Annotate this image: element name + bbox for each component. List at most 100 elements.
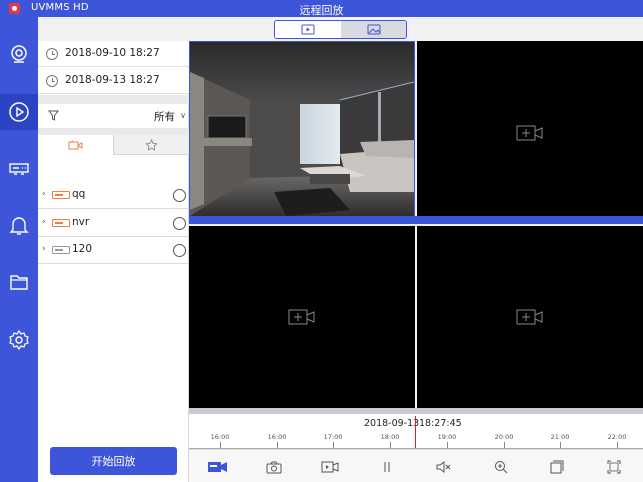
record-icon: [208, 462, 227, 472]
camera-icon: [11, 45, 27, 63]
clock-icon: [46, 75, 58, 87]
add-camera-icon: [516, 309, 543, 325]
toggle-bar: [189, 17, 643, 41]
tick-mark: [220, 442, 221, 448]
device-row[interactable]: › qq: [38, 182, 189, 209]
split-screen-button[interactable]: [547, 458, 567, 476]
chevron-right-icon[interactable]: ›: [42, 189, 46, 199]
chevron-down-icon: ∨: [180, 111, 186, 120]
filter-icon: [48, 110, 59, 121]
view-toggle: [274, 20, 407, 39]
video-grid: [189, 41, 643, 408]
timeline-tick: 16:00: [210, 433, 230, 441]
device-name: 120: [72, 243, 93, 255]
device-radio[interactable]: [173, 189, 186, 202]
app-window: UVMMS HD 远程回放 2018-09-10 18:27 2018-09-1…: [0, 0, 643, 482]
tick-mark: [390, 442, 391, 448]
timeline-time: 18:27:45: [419, 418, 462, 429]
mute-icon: [436, 461, 451, 473]
video-window-2[interactable]: [417, 41, 643, 224]
timeline-tick: 21:00: [550, 433, 570, 441]
tick-mark: [333, 442, 334, 448]
end-time-value: 2018-09-13 18:27: [65, 74, 160, 86]
tick-mark: [560, 442, 561, 448]
chevron-right-icon[interactable]: ›: [42, 217, 46, 227]
timeline-cursor[interactable]: [415, 416, 416, 450]
device-radio[interactable]: [173, 217, 186, 230]
tab-favorites[interactable]: [114, 135, 189, 155]
split-screen-icon: [550, 460, 564, 474]
timeline-date: 2018-09-13: [364, 418, 420, 429]
timeline-tick: 19:00: [437, 433, 457, 441]
nav-devices[interactable]: [0, 150, 38, 186]
video-window-3[interactable]: [189, 226, 415, 408]
start-time-field[interactable]: 2018-09-10 18:27: [38, 41, 189, 67]
room-camera-feed: [190, 42, 414, 216]
dvr-device-icon: [52, 219, 70, 227]
mute-button[interactable]: [434, 458, 454, 476]
image-icon: [367, 24, 381, 35]
tick-mark: [447, 442, 448, 448]
device-row[interactable]: › 120: [38, 237, 189, 264]
video-window-1[interactable]: [189, 41, 415, 224]
device-radio[interactable]: [173, 244, 186, 257]
video-icon: [301, 24, 315, 35]
record-button[interactable]: [207, 458, 229, 476]
device-name: qq: [72, 188, 86, 200]
timeline-tick: 20:00: [494, 433, 514, 441]
gear-icon: [9, 329, 29, 351]
dvr-icon: [9, 163, 29, 175]
snapshot-icon: [266, 461, 282, 473]
image-view-button[interactable]: [341, 21, 406, 38]
fullscreen-icon: [607, 460, 621, 474]
nav-files[interactable]: [0, 264, 38, 300]
start-time-value: 2018-09-10 18:27: [65, 47, 160, 59]
panel-header: [38, 17, 189, 41]
start-playback-button[interactable]: 开始回放: [50, 447, 177, 475]
clip-button[interactable]: [320, 458, 340, 476]
video-window-4[interactable]: [417, 226, 643, 408]
nav-camera[interactable]: [0, 36, 38, 72]
tick-mark: [617, 442, 618, 448]
timeline-tick: 16:00: [267, 433, 287, 441]
playback-icon: [9, 102, 29, 122]
video-view-button[interactable]: [275, 21, 341, 38]
snapshot-button[interactable]: [264, 458, 284, 476]
nav-playback[interactable]: [0, 94, 38, 130]
nav-alarms[interactable]: [0, 207, 38, 243]
fullscreen-button[interactable]: [604, 458, 624, 476]
dvr-device-icon: [52, 191, 70, 199]
device-tabs: [38, 135, 189, 155]
filter-row[interactable]: 所有 ∨: [38, 104, 189, 128]
end-time-field[interactable]: 2018-09-13 18:27: [38, 68, 189, 94]
device-name: nvr: [72, 216, 90, 228]
video-clip-icon: [321, 461, 339, 473]
pause-button[interactable]: [377, 458, 397, 476]
timeline-tick: 18:00: [380, 433, 400, 441]
selected-window-bar: [189, 216, 643, 224]
folder-icon: [10, 275, 28, 290]
divider: [38, 95, 189, 104]
playback-toolbar: [189, 449, 643, 482]
camera-list-icon: [68, 140, 82, 149]
search-panel: 2018-09-10 18:27 2018-09-13 18:27 所有 ∨ ›…: [38, 17, 189, 482]
timeline-tick: 22:00: [607, 433, 627, 441]
timeline[interactable]: 2018-09-13 18:27:45 16:00 16:00 17:00 18…: [189, 408, 643, 450]
timeline-tick: 17:00: [323, 433, 343, 441]
title-bar: UVMMS HD 远程回放: [0, 0, 643, 17]
tab-devices[interactable]: [38, 135, 114, 155]
add-camera-icon: [288, 309, 315, 325]
page-title: 远程回放: [299, 4, 344, 17]
bell-icon: [9, 217, 29, 235]
nav-settings[interactable]: [0, 322, 38, 358]
star-icon: [145, 138, 158, 151]
zoom-button[interactable]: [491, 458, 511, 476]
pause-icon: [384, 462, 390, 472]
dvr-device-icon: [52, 246, 70, 254]
divider: [38, 128, 189, 135]
chevron-right-icon[interactable]: ›: [42, 244, 46, 254]
add-camera-icon: [516, 125, 543, 140]
device-row[interactable]: › nvr: [38, 210, 189, 237]
clock-icon: [46, 48, 58, 60]
tick-mark: [504, 442, 505, 448]
